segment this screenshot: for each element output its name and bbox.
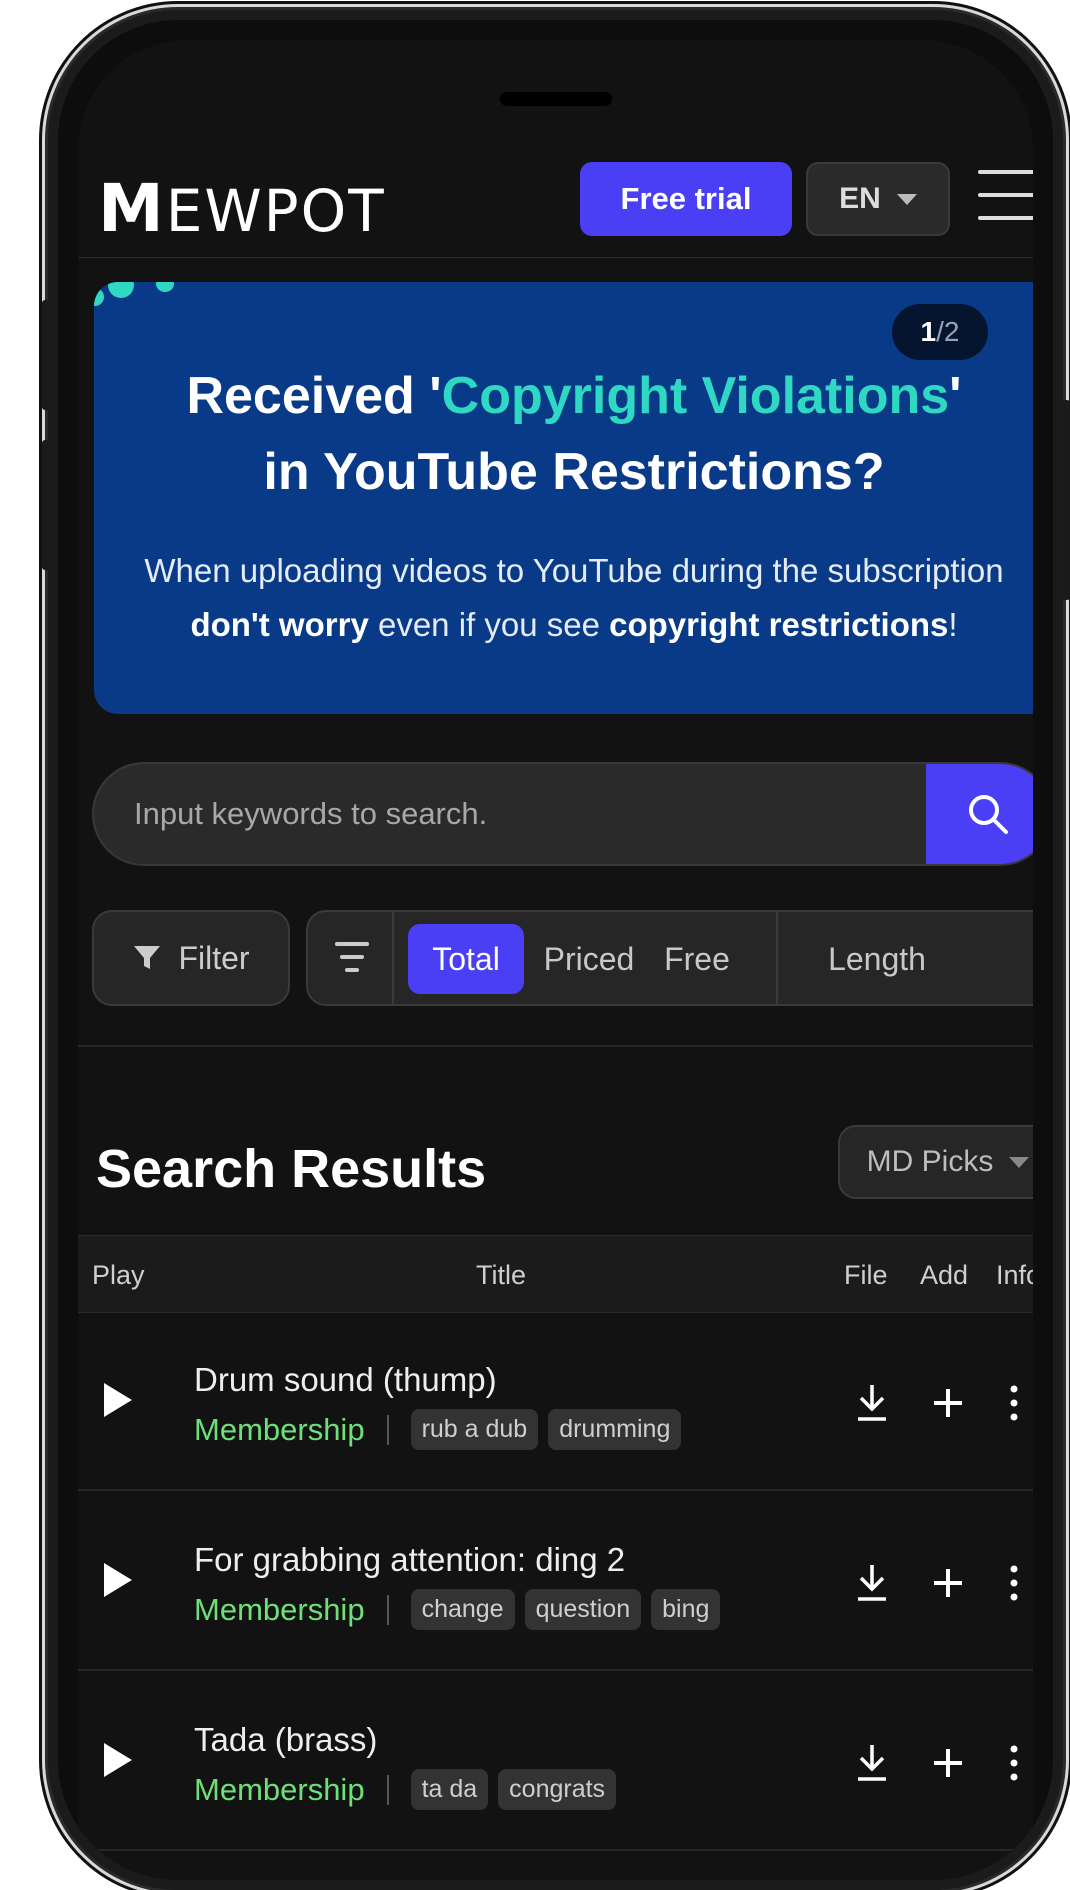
tag-chip[interactable]: congrats	[498, 1769, 617, 1810]
more-vertical-icon[interactable]	[1006, 1383, 1022, 1423]
banner-sub-bold1: don't worry	[190, 606, 369, 643]
more-vertical-icon[interactable]	[1006, 1563, 1022, 1603]
download-icon[interactable]	[854, 1383, 890, 1423]
col-add: Add	[920, 1260, 969, 1290]
hamburger-menu-icon[interactable]	[978, 170, 1033, 222]
decorative-dot	[156, 282, 174, 292]
banner-sub-bold2: copyright restrictions	[609, 606, 949, 643]
search-button[interactable]	[926, 764, 1033, 864]
license-badge: Membership	[194, 1411, 365, 1447]
search-input[interactable]	[134, 764, 894, 864]
phone-side-button	[42, 300, 50, 410]
banner-title-highlight: Copyright Violations	[441, 367, 950, 425]
language-select[interactable]: EN	[806, 162, 950, 236]
phone-frame: MEWPOT Free trial EN 1/2 Received 'Copyr…	[48, 10, 1063, 1890]
segment-divider	[776, 912, 778, 1004]
tag-chip[interactable]: question	[524, 1589, 642, 1630]
promo-banner[interactable]: 1/2 Received 'Copyright Violations' in Y…	[94, 282, 1033, 714]
banner-sub-mid: even if you see	[368, 606, 610, 643]
sort-dropdown-label: MD Picks	[866, 1145, 994, 1178]
phone-side-button	[1062, 400, 1070, 600]
download-icon[interactable]	[854, 1563, 890, 1603]
sound-meta: Membership change question bing	[194, 1589, 721, 1630]
logo-text: EWPOT	[165, 177, 386, 245]
price-segment-control: Total Priced Free Length	[306, 910, 1033, 1006]
segment-free[interactable]: Free	[652, 924, 742, 994]
tag-chip[interactable]: bing	[651, 1589, 721, 1630]
license-badge: Membership	[194, 1591, 365, 1627]
segment-total[interactable]: Total	[408, 924, 524, 994]
page-current: 1	[920, 316, 937, 347]
top-header: MEWPOT Free trial EN	[78, 140, 1033, 258]
play-icon[interactable]	[104, 1563, 132, 1597]
mewpot-logo[interactable]: MEWPOT	[98, 170, 386, 247]
logo-initial: M	[98, 170, 166, 247]
section-divider	[78, 1045, 1033, 1047]
segment-length[interactable]: Length	[802, 924, 952, 994]
col-title: Title	[476, 1260, 527, 1290]
table-row: For grabbing attention: ding 2 Membershi…	[78, 1493, 1033, 1671]
play-icon[interactable]	[104, 1383, 132, 1417]
table-row: Drum sound (thump) Membership rub a dub …	[78, 1313, 1033, 1491]
results-title: Search Results	[96, 1139, 487, 1199]
license-badge: Membership	[194, 1771, 365, 1807]
table-row: Tada (brass) Membership ta da congrats	[78, 1673, 1033, 1851]
chevron-down-icon	[1009, 1156, 1030, 1168]
plus-icon[interactable]	[930, 1383, 966, 1423]
tag-chip[interactable]: rub a dub	[410, 1409, 539, 1450]
banner-sub-line1: When uploading videos to YouTube during …	[144, 552, 1004, 589]
decorative-dot	[94, 288, 104, 306]
sound-meta: Membership rub a dub drumming	[194, 1409, 682, 1450]
language-label: EN	[839, 182, 881, 215]
chevron-down-icon	[896, 193, 917, 205]
sound-title[interactable]: Tada (brass)	[194, 1721, 377, 1759]
free-trial-button[interactable]: Free trial	[580, 162, 792, 236]
play-icon[interactable]	[104, 1743, 132, 1777]
banner-title-post: '	[949, 367, 962, 425]
sort-icon[interactable]	[334, 942, 370, 981]
more-vertical-icon[interactable]	[1006, 1743, 1022, 1783]
filter-label: Filter	[178, 939, 250, 976]
sound-meta: Membership ta da congrats	[194, 1769, 617, 1810]
page-total: 2	[943, 316, 960, 347]
tag-chip[interactable]: change	[410, 1589, 515, 1630]
plus-icon[interactable]	[930, 1743, 966, 1783]
tag-chip[interactable]: drumming	[548, 1409, 682, 1450]
decorative-dot	[108, 282, 134, 298]
results-table-header: Play Title File Add Info	[78, 1235, 1033, 1313]
banner-title: Received 'Copyright Violations' in YouTu…	[94, 358, 1033, 510]
app-screen: MEWPOT Free trial EN 1/2 Received 'Copyr…	[78, 40, 1033, 1880]
speaker-notch	[499, 92, 612, 106]
sort-dropdown[interactable]: MD Picks	[838, 1125, 1033, 1199]
banner-title-pre: Received '	[186, 367, 442, 425]
meta-separator	[386, 1774, 389, 1805]
segment-divider	[392, 912, 394, 1004]
search-icon	[969, 795, 1008, 834]
meta-separator	[386, 1414, 389, 1445]
col-play: Play	[92, 1260, 145, 1290]
sound-title[interactable]: For grabbing attention: ding 2	[194, 1541, 625, 1579]
tag-chip[interactable]: ta da	[410, 1769, 489, 1810]
plus-icon[interactable]	[930, 1563, 966, 1603]
banner-sub-end: !	[948, 606, 958, 643]
col-file: File	[844, 1260, 888, 1290]
segment-priced[interactable]: Priced	[534, 924, 644, 994]
funnel-icon	[134, 946, 161, 969]
download-icon[interactable]	[854, 1743, 890, 1783]
meta-separator	[386, 1594, 389, 1625]
search-bar	[92, 762, 1033, 866]
filter-button[interactable]: Filter	[92, 910, 290, 1006]
col-info: Info	[996, 1260, 1033, 1290]
page-separator: /	[936, 316, 944, 347]
banner-title-line2: in YouTube Restrictions?	[263, 443, 885, 501]
phone-side-button	[42, 440, 50, 570]
sound-title[interactable]: Drum sound (thump)	[194, 1361, 497, 1399]
banner-page-indicator: 1/2	[892, 304, 988, 360]
banner-subtitle: When uploading videos to YouTube during …	[94, 544, 1033, 652]
